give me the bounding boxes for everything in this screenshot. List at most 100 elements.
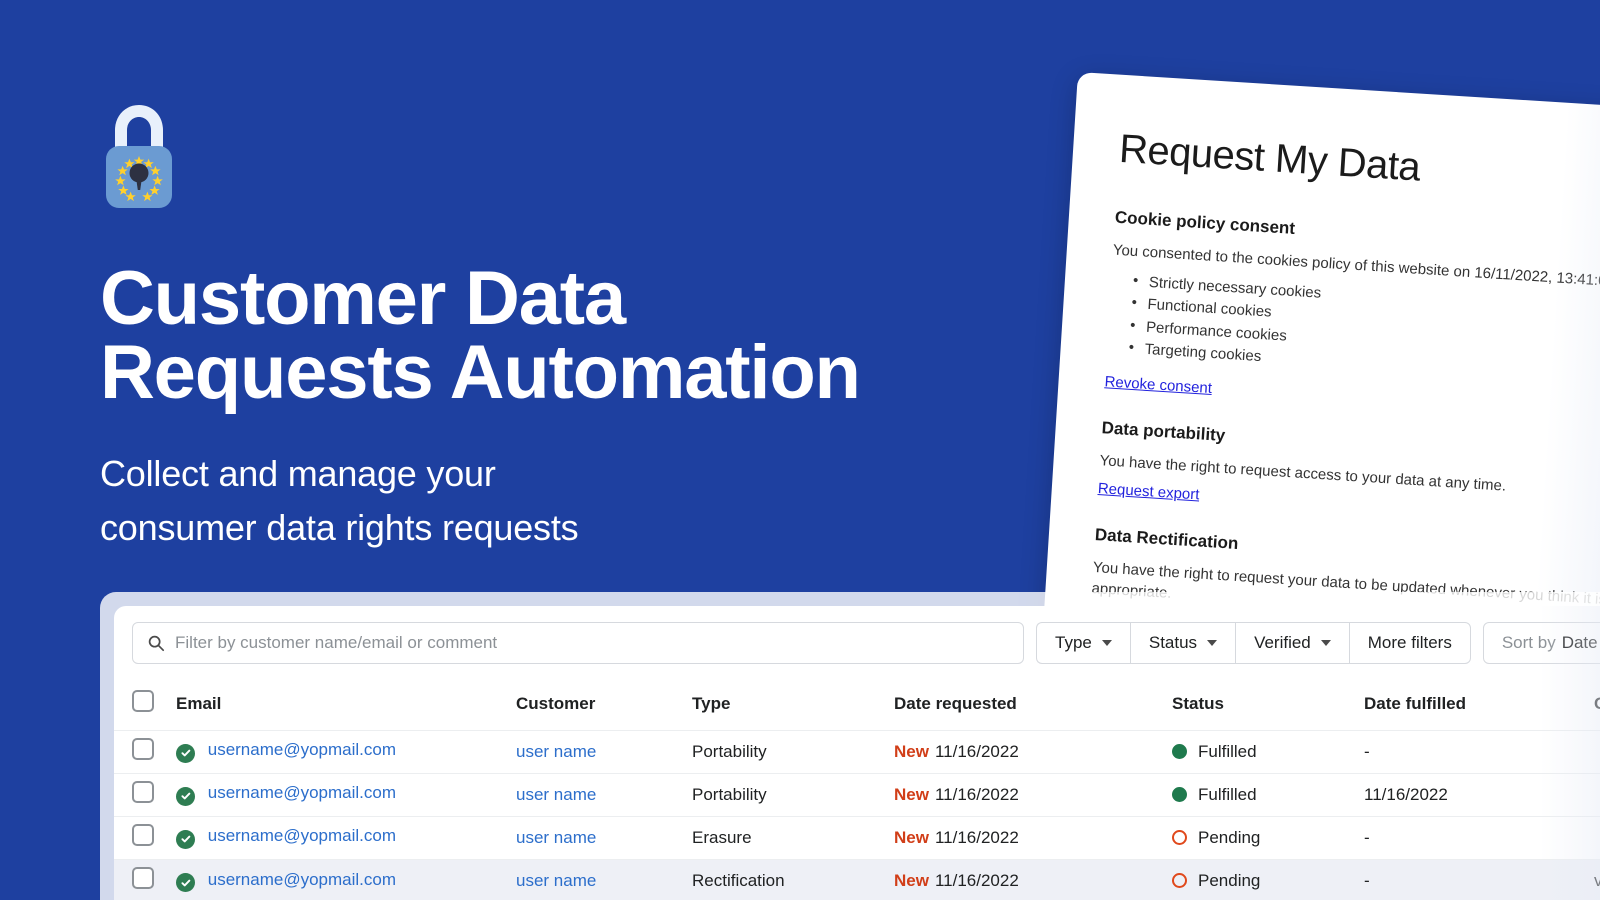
email-link[interactable]: username@yopmail.com — [208, 740, 396, 759]
cell-comment: v — [1594, 859, 1600, 900]
cell-email: username@yopmail.com — [176, 730, 516, 773]
search-input[interactable] — [175, 633, 1009, 653]
cell-email: username@yopmail.com — [176, 816, 516, 859]
search-icon — [147, 634, 165, 652]
status-dot-fulfilled-icon — [1172, 787, 1187, 802]
column-header-email[interactable]: Email — [176, 680, 516, 730]
status-badge-new: New — [894, 871, 929, 890]
cell-date-requested: New11/16/2022 — [894, 816, 1172, 859]
filter-label: Verified — [1254, 633, 1311, 653]
cell-email: username@yopmail.com — [176, 773, 516, 816]
status-label: Pending — [1198, 871, 1260, 891]
status-badge-new: New — [894, 742, 929, 761]
row-select-cell — [114, 773, 176, 816]
request-export-link[interactable]: Request export — [1097, 480, 1200, 503]
row-checkbox[interactable] — [132, 867, 154, 889]
sort-by-value: Date — [1562, 633, 1598, 653]
table-row[interactable]: username@yopmail.com user name Portabili… — [114, 730, 1600, 773]
verified-check-icon — [176, 873, 195, 892]
status-dot-pending-icon — [1172, 830, 1187, 845]
cell-comment — [1594, 816, 1600, 859]
verified-check-icon — [176, 744, 195, 763]
table-row[interactable]: username@yopmail.com user name Erasure N… — [114, 816, 1600, 859]
sort-by-label: Sort by — [1502, 633, 1556, 653]
status-label: Pending — [1198, 828, 1260, 848]
column-header-status[interactable]: Status — [1172, 680, 1364, 730]
status-dot-fulfilled-icon — [1172, 744, 1187, 759]
email-link[interactable]: username@yopmail.com — [208, 870, 396, 889]
status-label: Fulfilled — [1198, 742, 1257, 762]
cell-customer: user name — [516, 859, 692, 900]
row-checkbox[interactable] — [132, 824, 154, 846]
request-my-data-card: Request My Data Cookie policy consent Yo… — [1043, 72, 1600, 671]
date-requested-value: 11/16/2022 — [935, 871, 1019, 890]
status-dot-pending-icon — [1172, 873, 1187, 888]
table-toolbar: Type Status Verified More filters Sort b… — [114, 606, 1600, 680]
chevron-down-icon — [1321, 640, 1331, 646]
cookie-category-list: Strictly necessary cookies Functional co… — [1128, 271, 1600, 394]
row-select-cell — [114, 730, 176, 773]
column-header-customer[interactable]: Customer — [516, 680, 692, 730]
filter-label: More filters — [1368, 633, 1452, 653]
select-all-checkbox[interactable] — [132, 690, 154, 712]
request-card-title: Request My Data — [1118, 127, 1600, 206]
verified-check-icon — [176, 787, 195, 806]
column-header-date-requested[interactable]: Date requested — [894, 680, 1172, 730]
row-select-cell — [114, 816, 176, 859]
cell-email: username@yopmail.com — [176, 859, 516, 900]
cell-comment — [1594, 730, 1600, 773]
column-header-date-fulfilled[interactable]: Date fulfilled — [1364, 680, 1594, 730]
customer-link[interactable]: user name — [516, 871, 596, 890]
row-select-cell — [114, 859, 176, 900]
hero-section: Customer Data Requests Automation Collec… — [100, 96, 1050, 555]
column-header-type[interactable]: Type — [692, 680, 894, 730]
table-row[interactable]: username@yopmail.com user name Rectifica… — [114, 859, 1600, 900]
cell-date-fulfilled: - — [1364, 816, 1594, 859]
cell-date-requested: New 11/16/2022 — [894, 730, 1172, 773]
row-checkbox[interactable] — [132, 738, 154, 760]
email-link[interactable]: username@yopmail.com — [208, 826, 396, 845]
search-box[interactable] — [132, 622, 1024, 664]
select-all-header — [114, 680, 176, 730]
cell-date-requested: New 11/16/2022 — [894, 859, 1172, 900]
cell-type: Erasure — [692, 816, 894, 859]
sort-by-button[interactable]: Sort by Date — [1483, 622, 1600, 664]
requests-table: Email Customer Type Date requested Statu… — [114, 680, 1600, 900]
cell-customer: user name — [516, 773, 692, 816]
customer-link[interactable]: user name — [516, 828, 596, 847]
cell-type: Portability — [692, 730, 894, 773]
status-badge-new: New — [894, 828, 929, 847]
more-filters-button[interactable]: More filters — [1349, 622, 1471, 664]
filter-label: Status — [1149, 633, 1197, 653]
cell-status: Fulfilled — [1172, 773, 1364, 816]
customer-link[interactable]: user name — [516, 785, 596, 804]
date-requested-value: 11/16/2022 — [935, 785, 1019, 804]
cell-type: Rectification — [692, 859, 894, 900]
table-row[interactable]: username@yopmail.com user name Portabili… — [114, 773, 1600, 816]
cell-date-fulfilled: 11/16/2022 — [1364, 773, 1594, 816]
card-section-cookie-consent: Cookie policy consent You consented to t… — [1103, 208, 1600, 447]
cell-status: Pending — [1172, 816, 1364, 859]
filter-button-group: Type Status Verified More filters — [1036, 622, 1471, 664]
date-requested-value: 11/16/2022 — [935, 742, 1019, 761]
cell-status: Pending — [1172, 859, 1364, 900]
cell-date-fulfilled: - — [1364, 859, 1594, 900]
filter-label: Type — [1055, 633, 1092, 653]
revoke-consent-link[interactable]: Revoke consent — [1104, 373, 1212, 397]
cell-customer: user name — [516, 816, 692, 859]
customer-link[interactable]: user name — [516, 742, 596, 761]
table-body: username@yopmail.com user name Portabili… — [114, 730, 1600, 900]
filter-verified-button[interactable]: Verified — [1235, 622, 1349, 664]
email-link[interactable]: username@yopmail.com — [208, 783, 396, 802]
chevron-down-icon — [1207, 640, 1217, 646]
chevron-down-icon — [1102, 640, 1112, 646]
cell-date-fulfilled: - — [1364, 730, 1594, 773]
filter-type-button[interactable]: Type — [1036, 622, 1130, 664]
cell-comment — [1594, 773, 1600, 816]
filter-status-button[interactable]: Status — [1130, 622, 1235, 664]
cell-status: Fulfilled — [1172, 730, 1364, 773]
table-header: Email Customer Type Date requested Statu… — [114, 680, 1600, 730]
status-label: Fulfilled — [1198, 785, 1257, 805]
column-header-comment[interactable]: C — [1594, 680, 1600, 730]
row-checkbox[interactable] — [132, 781, 154, 803]
